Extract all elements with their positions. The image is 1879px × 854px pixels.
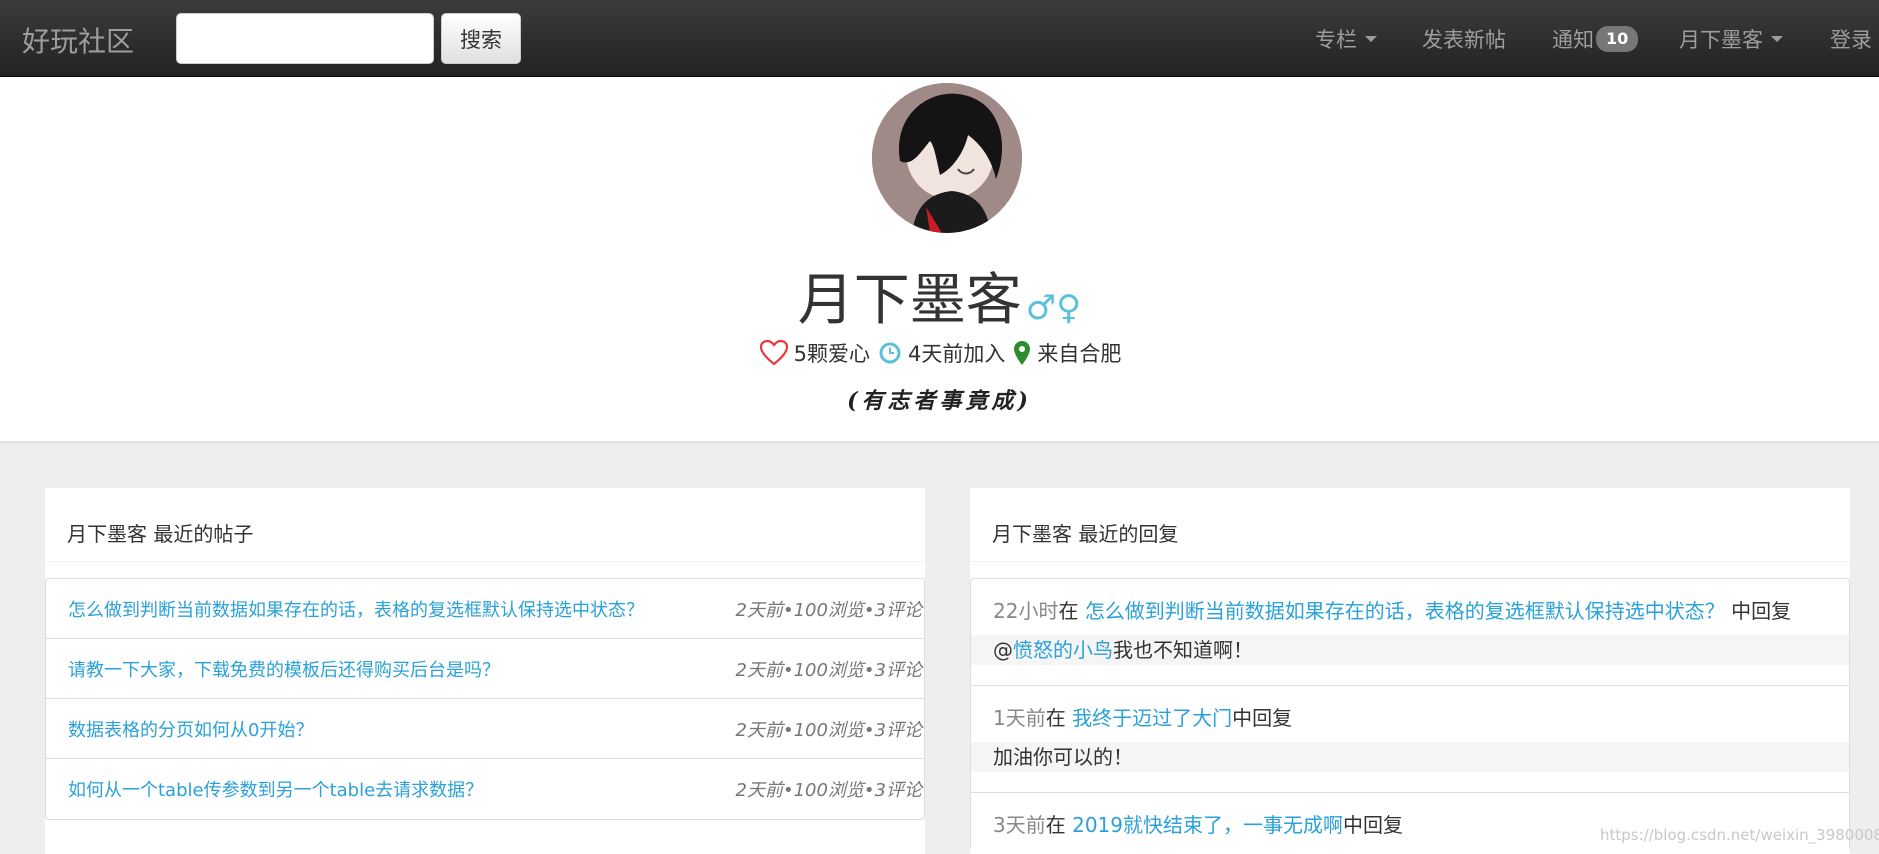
- list-item: 怎么做到判断当前数据如果存在的话，表格的复选框默认保持选中状态？ 2天前•100…: [46, 579, 924, 639]
- chevron-down-icon: [1771, 36, 1783, 42]
- reply-content: @愤怒的小鸟我也不知道啊！: [971, 635, 1849, 665]
- list-item: 如何从一个table传参数到另一个table去请求数据？ 2天前•100浏览•3…: [46, 759, 924, 819]
- profile-stats: 5颗爱心 4天前加入 来自合肥: [0, 338, 1879, 368]
- joined-time: 4天前加入: [908, 342, 1006, 366]
- reply-at: 在: [1045, 813, 1073, 837]
- heart-icon: [759, 340, 788, 366]
- recent-posts-title: 月下墨客 最近的帖子: [45, 488, 925, 562]
- list-item: 22小时在 怎么做到判断当前数据如果存在的话，表格的复选框默认保持选中状态？ 中…: [971, 579, 1849, 686]
- reply-text: 加油你可以的！: [993, 745, 1133, 769]
- reply-at: 在: [1058, 599, 1085, 623]
- username-text: 月下墨客: [797, 268, 1022, 333]
- mention-prefix: @: [993, 638, 1013, 662]
- list-item: 1天前在 我终于迈过了大门中回复 加油你可以的！: [971, 686, 1849, 793]
- post-meta: 2天前•100浏览•3评论: [735, 780, 923, 801]
- recent-replies-list: 22小时在 怎么做到判断当前数据如果存在的话，表格的复选框默认保持选中状态？ 中…: [970, 578, 1850, 849]
- reply-suffix: 中回复: [1232, 706, 1293, 730]
- nav-notifications[interactable]: 通知 10: [1552, 24, 1639, 54]
- watermark: https://blog.csdn.net/weixin_39800080: [1600, 826, 1879, 844]
- location-text: 来自合肥: [1037, 342, 1122, 366]
- reply-suffix: 中回复: [1724, 599, 1792, 623]
- list-item: 数据表格的分页如何从0开始？ 2天前•100浏览•3评论: [46, 699, 924, 759]
- chevron-down-icon: [1365, 36, 1377, 42]
- nav-new-post[interactable]: 发表新帖: [1422, 24, 1506, 54]
- recent-posts-list: 怎么做到判断当前数据如果存在的话，表格的复选框默认保持选中状态？ 2天前•100…: [45, 578, 925, 820]
- post-link[interactable]: 数据表格的分页如何从0开始？: [68, 716, 313, 742]
- brand-logo[interactable]: 好玩社区: [22, 20, 134, 60]
- post-meta: 2天前•100浏览•3评论: [735, 659, 923, 681]
- reply-topic-link[interactable]: 2019就快结束了，一事无成啊: [1072, 813, 1343, 837]
- reply-time: 1天前: [993, 706, 1046, 730]
- list-item: 请教一下大家，下载免费的模板后还得购买后台是吗？ 2天前•100浏览•3评论: [46, 639, 924, 699]
- reply-time: 3天前: [993, 813, 1046, 837]
- reply-suffix: 中回复: [1343, 813, 1403, 837]
- recent-replies-panel: 月下墨客 最近的回复 22小时在 怎么做到判断当前数据如果存在的话，表格的复选框…: [970, 488, 1850, 854]
- nav-user-dropdown[interactable]: 月下墨客: [1679, 24, 1783, 54]
- search-button[interactable]: 搜索: [441, 13, 521, 64]
- post-meta: 2天前•100浏览•3评论: [735, 599, 923, 621]
- post-link[interactable]: 如何从一个table传参数到另一个table去请求数据？: [68, 776, 483, 802]
- nav-column-label: 专栏: [1315, 28, 1357, 52]
- nav-notifications-label: 通知: [1552, 28, 1594, 52]
- navbar: 好玩社区 搜索 专栏 发表新帖 通知 10 月下墨客 登录: [0, 0, 1879, 77]
- reply-at: 在: [1045, 706, 1073, 730]
- location-pin-icon: [1013, 340, 1031, 366]
- post-link[interactable]: 请教一下大家，下载免费的模板后还得购买后台是吗？: [68, 656, 500, 682]
- nav-login[interactable]: 登录: [1830, 24, 1872, 54]
- mention-link[interactable]: 愤怒的小鸟: [1013, 638, 1113, 662]
- nav-column-dropdown[interactable]: 专栏: [1315, 24, 1377, 54]
- post-link[interactable]: 怎么做到判断当前数据如果存在的话，表格的复选框默认保持选中状态？: [68, 596, 644, 622]
- recent-posts-panel: 月下墨客 最近的帖子 怎么做到判断当前数据如果存在的话，表格的复选框默认保持选中…: [45, 488, 925, 854]
- reply-header: 1天前在 我终于迈过了大门中回复: [971, 686, 1849, 742]
- avatar: [872, 83, 1022, 233]
- notification-badge: 10: [1596, 26, 1639, 52]
- profile-card: 月下墨客 ♂♀ 5颗爱心 4天前加入 来自合肥 (有志者事竟成): [0, 77, 1879, 442]
- profile-username: 月下墨客 ♂♀: [0, 255, 1879, 336]
- search-input[interactable]: [176, 13, 434, 64]
- recent-replies-title: 月下墨客 最近的回复: [970, 488, 1850, 562]
- reply-content: 加油你可以的！: [971, 742, 1849, 772]
- nav-user-label: 月下墨客: [1679, 28, 1763, 52]
- post-meta: 2天前•100浏览•3评论: [735, 719, 923, 741]
- reply-topic-link[interactable]: 怎么做到判断当前数据如果存在的话，表格的复选框默认保持选中状态？: [1085, 599, 1725, 623]
- gender-icon: ♂♀: [1025, 288, 1082, 328]
- reply-time: 22小时: [993, 599, 1059, 623]
- profile-motto: (有志者事竟成): [847, 388, 1032, 414]
- avatar-illustration: [872, 83, 1022, 233]
- reply-header: 22小时在 怎么做到判断当前数据如果存在的话，表格的复选框默认保持选中状态？ 中…: [971, 579, 1849, 635]
- reply-text: 我也不知道啊！: [1113, 638, 1253, 662]
- likes-count: 5颗爱心: [793, 342, 870, 366]
- clock-icon: [878, 341, 902, 365]
- reply-topic-link[interactable]: 我终于迈过了大门: [1072, 706, 1232, 730]
